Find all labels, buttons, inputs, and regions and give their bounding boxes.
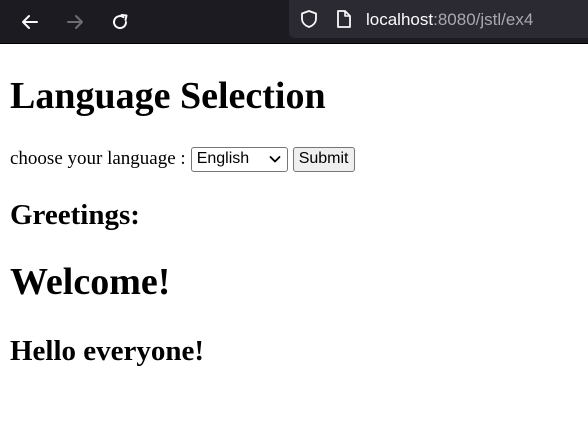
welcome-message: Welcome! (10, 261, 171, 303)
arrow-left-icon (22, 15, 38, 29)
back-button[interactable] (16, 8, 44, 36)
reload-button[interactable] (106, 8, 134, 36)
language-form: choose your language : English Submit (10, 146, 355, 172)
reload-icon (113, 14, 128, 30)
shield-icon[interactable] (299, 9, 319, 29)
choose-language-label: choose your language : (10, 148, 186, 169)
url-text[interactable]: localhost:8080/jstl/ex4 (366, 9, 533, 31)
greetings-heading: Greetings: (10, 199, 140, 231)
page-icon[interactable] (335, 9, 353, 29)
forward-button[interactable] (61, 8, 89, 36)
arrow-right-icon (67, 15, 83, 29)
language-select-value: English (196, 150, 250, 167)
language-select[interactable]: English (190, 146, 288, 172)
page-title: Language Selection (10, 75, 326, 117)
submit-button[interactable]: Submit (292, 146, 355, 172)
url-bar[interactable]: localhost:8080/jstl/ex4 (289, 0, 588, 38)
browser-toolbar: localhost:8080/jstl/ex4 (0, 0, 588, 44)
chevron-down-icon (269, 155, 281, 162)
hello-message: Hello everyone! (10, 335, 205, 367)
url-path: :8080/jstl/ex4 (433, 10, 534, 29)
url-host: localhost (366, 10, 434, 29)
